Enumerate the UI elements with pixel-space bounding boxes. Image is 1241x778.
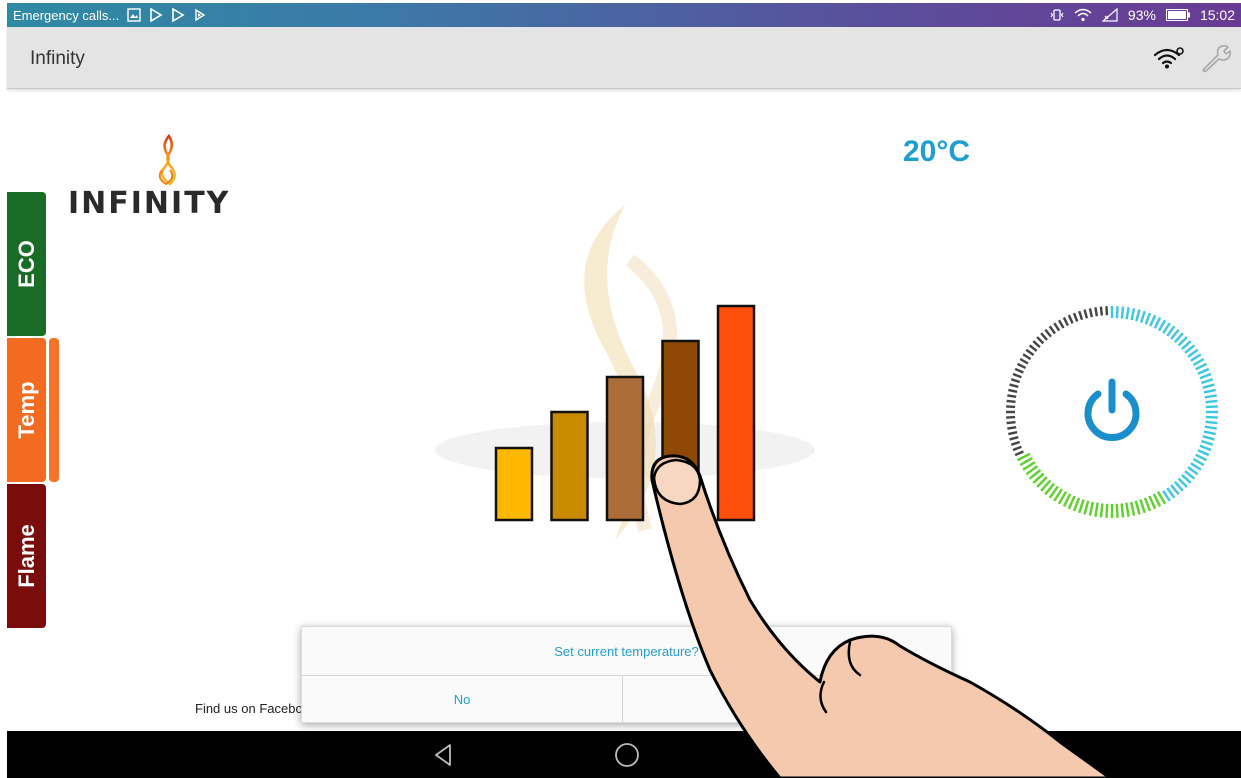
dialog-yes-button[interactable] [623,676,953,724]
tab-eco-label: ECO [13,240,39,288]
temperature-readout: 20°C [903,135,971,168]
signal-icon [1101,8,1118,22]
tab-temp-label: Temp [13,381,39,439]
flame-level-bar-2[interactable] [550,410,589,522]
flame-level-bar-1[interactable] [494,446,534,522]
status-left: Emergency calls... [13,8,207,23]
play-icon [193,8,207,22]
clock: 15:02 [1199,7,1235,23]
tab-flame-label: Flame [13,524,39,588]
wrench-icon [1202,44,1231,73]
home-icon [615,743,639,767]
settings-wrench-button[interactable] [1200,43,1232,73]
app-bar: Infinity [7,27,1241,89]
flame-level-bar-4[interactable] [661,339,700,522]
home-button[interactable] [612,740,642,770]
status-right: 93% 15:02 [1050,7,1235,23]
wifi-settings-button[interactable] [1152,45,1184,71]
power-dial[interactable] [1002,302,1222,522]
battery-percent: 93% [1127,7,1156,23]
wifi-icon [1074,8,1092,22]
flame-level-chart[interactable] [480,290,780,530]
dialog-message: Set current temperature? [302,627,951,676]
selected-tab-indicator [49,338,59,482]
tab-eco[interactable]: ECO [7,192,46,336]
carrier-text: Emergency calls... [13,7,120,23]
logo-text: INFINITY [68,186,230,216]
vibrate-icon [1050,8,1064,22]
flame-level-bar-3[interactable] [605,375,645,522]
wifi-settings-icon [1153,47,1184,69]
dialog-no-button[interactable]: No [302,676,623,724]
navigation-bar [7,731,1241,778]
battery-icon [1165,9,1190,21]
back-icon [435,744,451,766]
facebook-link[interactable]: Find us on Facebo [195,701,303,716]
power-icon[interactable] [1002,302,1222,522]
app-screen: Emergency calls... 93% 15:02 Infinity IN… [0,0,1241,778]
tab-flame[interactable]: Flame [7,484,46,628]
flame-level-bar-5[interactable] [716,304,756,522]
back-button[interactable] [430,741,458,769]
infinity-logo: INFINITY [68,134,230,216]
play-store-icon [149,8,163,22]
tab-temp[interactable]: Temp [7,338,46,482]
play-store-icon [171,8,185,22]
confirm-dialog: Set current temperature? No [301,626,953,724]
app-title: Infinity [30,48,85,69]
status-bar: Emergency calls... 93% 15:02 [7,3,1241,27]
image-icon [127,8,141,22]
